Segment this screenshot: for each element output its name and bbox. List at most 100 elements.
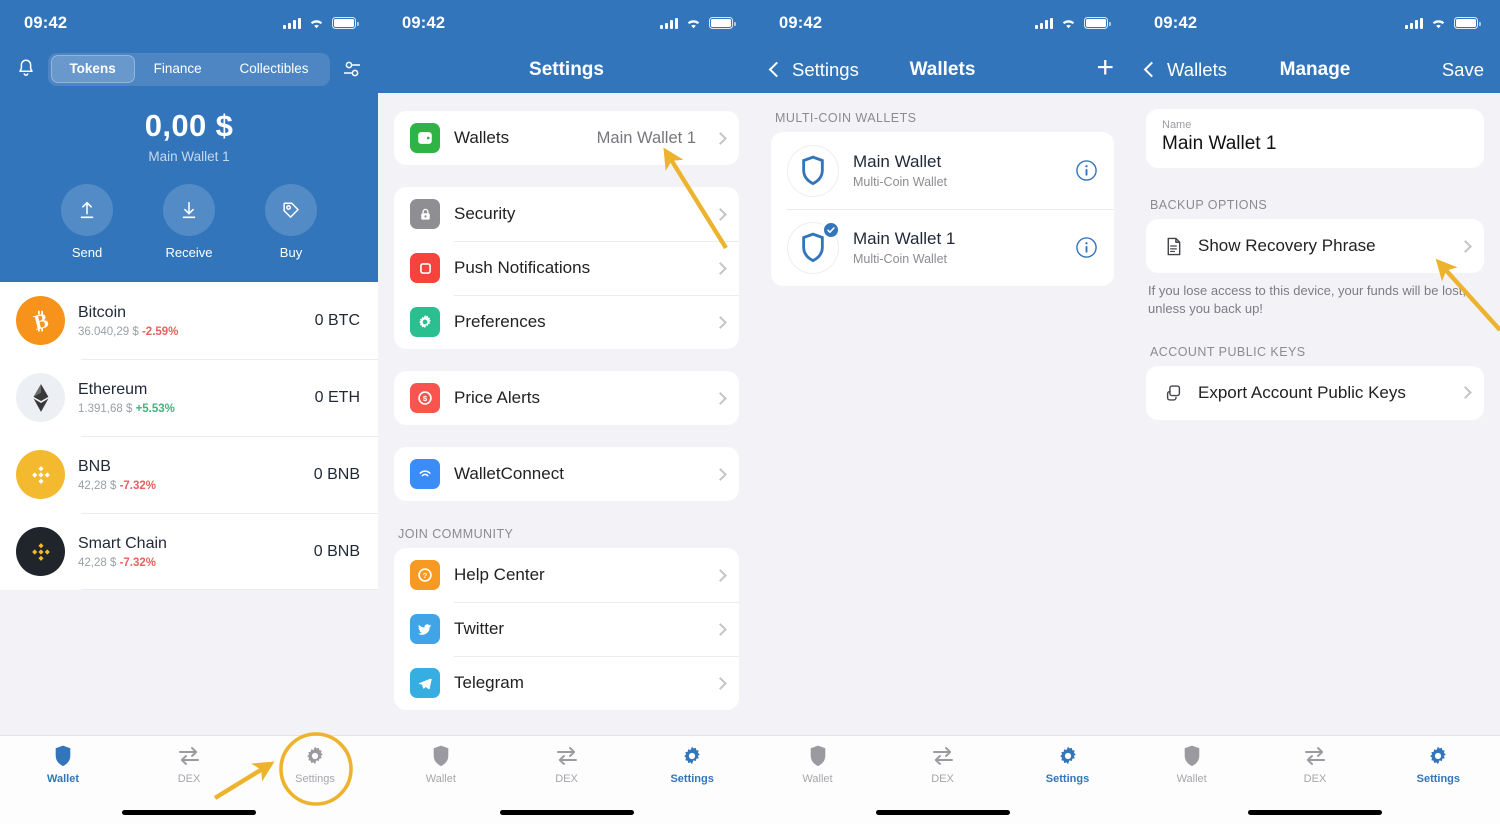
chevron-left-icon xyxy=(768,61,785,78)
settings-row-wallets[interactable]: Wallets Main Wallet 1 xyxy=(394,111,739,165)
save-button[interactable]: Save xyxy=(1442,59,1484,81)
row-show-recovery-phrase[interactable]: Show Recovery Phrase xyxy=(1146,219,1484,273)
tab-settings[interactable]: Settings xyxy=(1005,743,1130,785)
wifi-icon xyxy=(1062,19,1075,28)
tab-wallet[interactable]: Wallet xyxy=(1130,743,1253,785)
send-button[interactable]: Send xyxy=(55,184,119,260)
name-field-value[interactable]: Main Wallet 1 xyxy=(1162,133,1468,155)
settings-row-push-notifications[interactable]: Push Notifications xyxy=(394,241,739,295)
settings-row-label: Help Center xyxy=(454,565,545,584)
receive-button[interactable]: Receive xyxy=(157,184,221,260)
wallet-row[interactable]: Main Wallet 1 Multi-Coin Wallet xyxy=(771,209,1114,286)
status-time: 09:42 xyxy=(779,13,823,32)
wallet-info: Main Wallet 1 Multi-Coin Wallet xyxy=(853,229,1061,266)
chevron-right-icon xyxy=(714,207,727,221)
tab-settings[interactable]: Settings xyxy=(629,743,755,785)
info-icon[interactable] xyxy=(1075,159,1098,182)
token-info: Ethereum 1.391,68 $ +5.53% xyxy=(78,381,302,415)
gear-icon xyxy=(410,307,440,337)
tab-wallet[interactable]: Wallet xyxy=(755,743,880,785)
cellular-signal-icon xyxy=(1405,17,1423,29)
settings-row-preferences[interactable]: Preferences xyxy=(394,295,739,349)
token-row[interactable]: B Bitcoin 36.040,29 $ -2.59% 0 BTC xyxy=(0,282,378,359)
dollar-icon: $ xyxy=(410,383,440,413)
add-wallet-button[interactable]: + xyxy=(1096,53,1114,83)
tab-settings-label: Settings xyxy=(1416,773,1461,785)
settings-row-label: Preferences xyxy=(454,312,546,331)
tab-dex[interactable]: DEX xyxy=(1253,743,1376,785)
balance-wallet-name: Main Wallet 1 xyxy=(148,149,230,164)
bell-icon[interactable] xyxy=(14,57,38,81)
shield-icon xyxy=(378,743,504,769)
group-header-join-community: JOIN COMMUNITY xyxy=(398,527,514,541)
row-label: Show Recovery Phrase xyxy=(1198,236,1376,255)
chevron-right-icon xyxy=(1459,239,1472,253)
swap-arrows-icon xyxy=(504,743,630,769)
status-time: 09:42 xyxy=(402,13,446,32)
settings-row-security[interactable]: Security xyxy=(394,187,739,241)
account-public-keys-section: ACCOUNT PUBLIC KEYS Export Account Publi… xyxy=(1130,345,1500,420)
settings-group-community: JOIN COMMUNITY ? Help Center Twitter Tel… xyxy=(378,527,755,710)
gear-icon xyxy=(1005,743,1130,769)
status-indicators xyxy=(660,17,736,30)
tab-wallet[interactable]: Wallet xyxy=(0,743,126,785)
settings-group-price-alerts: $ Price Alerts xyxy=(394,371,739,425)
shield-icon xyxy=(1130,743,1253,769)
wallet-header: Tokens Finance Collectibles 0,00 $ Main … xyxy=(0,46,378,282)
tab-dex[interactable]: DEX xyxy=(126,743,252,785)
tab-settings[interactable]: Settings xyxy=(1377,743,1500,785)
chevron-right-icon xyxy=(714,568,727,582)
tab-settings-label: Settings xyxy=(295,773,335,785)
chevron-right-icon xyxy=(714,467,727,481)
chevron-right-icon xyxy=(714,315,727,329)
wallet-row[interactable]: Main Wallet Multi-Coin Wallet xyxy=(771,132,1114,209)
tab-finance[interactable]: Finance xyxy=(135,55,221,83)
tab-dex-label: DEX xyxy=(1303,773,1327,785)
tab-dex[interactable]: DEX xyxy=(504,743,630,785)
telegram-icon xyxy=(410,668,440,698)
wallets-group: Main Wallet Multi-Coin Wallet Main Walle… xyxy=(771,132,1114,286)
token-price-change: 42,28 $ -7.32% xyxy=(78,557,301,569)
buy-button[interactable]: Buy xyxy=(259,184,323,260)
tab-wallet[interactable]: Wallet xyxy=(378,743,504,785)
cellular-signal-icon xyxy=(283,17,301,29)
token-row[interactable]: BNB 42,28 $ -7.32% 0 BNB xyxy=(0,436,378,513)
row-label: Export Account Public Keys xyxy=(1198,382,1406,402)
tab-settings[interactable]: Settings xyxy=(252,743,378,785)
settings-row-twitter[interactable]: Twitter xyxy=(394,602,739,656)
wallet-subtitle: Multi-Coin Wallet xyxy=(853,252,948,266)
wallet-info: Main Wallet Multi-Coin Wallet xyxy=(853,152,1061,189)
download-arrow-icon xyxy=(163,184,215,236)
settings-row-walletconnect[interactable]: WalletConnect xyxy=(394,447,739,501)
token-change: -7.32% xyxy=(119,556,157,569)
back-button-settings[interactable]: Settings xyxy=(768,59,859,81)
tab-collectibles[interactable]: Collectibles xyxy=(221,55,328,83)
tab-tokens[interactable]: Tokens xyxy=(50,55,135,83)
wallets-content: MULTI-COIN WALLETS Main Wallet Multi-Coi… xyxy=(755,93,1130,286)
settings-row-help-center[interactable]: ? Help Center xyxy=(394,548,739,602)
settings-row-label: Twitter xyxy=(454,619,505,638)
token-row[interactable]: Ethereum 1.391,68 $ +5.53% 0 ETH xyxy=(0,359,378,436)
tab-bar-1: Wallet DEX Settings xyxy=(0,735,378,824)
token-price-change: 1.391,68 $ +5.53% xyxy=(78,403,302,415)
chevron-right-icon xyxy=(714,261,727,275)
tab-dex-label: DEX xyxy=(177,773,201,785)
back-button-label: Wallets xyxy=(1167,58,1227,80)
settings-row-telegram[interactable]: Telegram xyxy=(394,656,739,710)
row-export-account-public-keys[interactable]: Export Account Public Keys xyxy=(1146,366,1484,420)
token-price: 36.040,29 $ xyxy=(78,325,139,338)
status-time: 09:42 xyxy=(1154,13,1198,32)
back-button-wallets[interactable]: Wallets xyxy=(1143,58,1227,81)
tab-dex[interactable]: DEX xyxy=(880,743,1005,785)
wallet-name-field[interactable]: Name Main Wallet 1 xyxy=(1146,109,1484,168)
settings-row-label: Price Alerts xyxy=(454,388,540,407)
info-icon[interactable] xyxy=(1075,236,1098,259)
shield-icon xyxy=(755,743,880,769)
wallet-icon xyxy=(410,123,440,153)
bnb-icon xyxy=(16,450,65,499)
token-row[interactable]: Smart Chain 42,28 $ -7.32% 0 BNB xyxy=(0,513,378,590)
settings-row-price-alerts[interactable]: $ Price Alerts xyxy=(394,371,739,425)
filter-sliders-icon[interactable] xyxy=(340,57,364,81)
status-bar-2: 09:42 xyxy=(378,0,755,46)
asset-type-segmented-control[interactable]: Tokens Finance Collectibles xyxy=(48,52,330,86)
